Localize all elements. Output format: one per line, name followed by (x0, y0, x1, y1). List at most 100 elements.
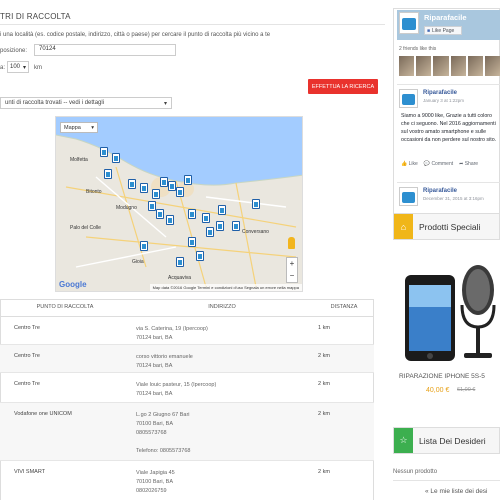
row-name: Centro Tre (0, 316, 130, 345)
table-header: PUNTO DI RACCOLTA INDIRIZZO DISTANZA (0, 299, 374, 317)
comment-icon: 💬 (423, 161, 431, 167)
map-marker-icon[interactable] (188, 209, 196, 219)
chevron-down-icon: ▾ (22, 64, 26, 71)
map-marker-icon[interactable] (160, 177, 168, 187)
table-row[interactable]: Centro Tre via S. Caterina, 19 (Ipercoop… (0, 316, 374, 345)
row-distance: 1 km (314, 316, 374, 345)
map-marker-icon[interactable] (218, 205, 226, 215)
table-row[interactable]: Vodafone one UNICOM L.go 2 Giugno 67 Bar… (0, 402, 374, 461)
map-marker-icon[interactable] (168, 181, 176, 191)
thumbs-up-icon: ■ (427, 27, 431, 34)
col-header: DISTANZA (314, 299, 374, 317)
post-author[interactable]: Riparafacile (423, 188, 457, 194)
table-row[interactable]: Centro Tre corso vittorio emanuele 70124 … (0, 344, 374, 373)
map-place-label: Bitonto (86, 189, 102, 195)
map-marker-icon[interactable] (216, 221, 224, 231)
map-marker-icon[interactable] (140, 183, 148, 193)
map-attribution[interactable]: Map data ©2016 Google Termini e condizio… (149, 284, 302, 291)
map-place-label: Molfetta (70, 157, 88, 163)
row-name: Centro Tre (0, 344, 130, 373)
search-button[interactable]: EFFETTUA LA RICERCA (308, 79, 378, 94)
map-marker-icon[interactable] (166, 215, 174, 225)
avatar[interactable] (467, 56, 483, 76)
row-name: Vodafone one UNICOM (0, 402, 130, 461)
friends-avatars (399, 56, 500, 76)
map-marker-icon[interactable] (148, 201, 156, 211)
google-logo: Google (59, 280, 87, 289)
avatar[interactable] (450, 56, 466, 76)
facebook-post: Riparafacile December 31, 2015 at 3:16pm (397, 182, 500, 210)
specials-title[interactable]: Prodotti Speciali (419, 222, 480, 232)
map-marker-icon[interactable] (112, 153, 120, 163)
map-marker-icon[interactable] (140, 241, 148, 251)
wishlist-header: ☆ Lista Dei Desideri (393, 427, 500, 454)
product-name[interactable]: RIPARAZIONE IPHONE 5S-5 (399, 373, 485, 380)
table-row[interactable]: VIVI SMART Viale Japigia 45 70100 Bari, B… (0, 460, 374, 500)
chevron-down-icon: ▾ (91, 124, 94, 131)
post-author[interactable]: Riparafacile (423, 90, 457, 96)
map-marker-icon[interactable] (232, 221, 240, 231)
map-marker-icon[interactable] (202, 213, 210, 223)
wishlist-link[interactable]: « Le mie liste dei desi (425, 488, 488, 495)
map-place-label: Modugno (116, 205, 137, 211)
map-marker-icon[interactable] (152, 189, 160, 199)
zoom-in-icon[interactable]: + (290, 260, 295, 268)
map-marker-icon[interactable] (206, 227, 214, 237)
avatar[interactable] (484, 56, 500, 76)
share-action[interactable]: ➦ Share (459, 161, 478, 167)
map-marker-icon[interactable] (176, 257, 184, 267)
avatar[interactable] (416, 56, 432, 76)
map-marker-icon[interactable] (196, 251, 204, 261)
wishlist-title[interactable]: Lista Dei Desideri (419, 436, 486, 446)
avatar[interactable] (399, 56, 415, 76)
row-address: L.go 2 Giugno 67 Bari 70100 Bari, BA 08055… (130, 402, 314, 461)
page-logo-icon[interactable] (399, 12, 419, 34)
row-distance: 2 km (314, 402, 374, 461)
share-icon: ➦ (459, 161, 464, 167)
thumbs-up-icon: 👍 (401, 161, 408, 167)
avatar[interactable] (433, 56, 449, 76)
map-marker-icon[interactable] (252, 199, 260, 209)
distance-label: a: (0, 65, 6, 71)
row-address: corso vittorio emanuele 70124 bari, BA (130, 344, 314, 373)
map-marker-icon[interactable] (188, 237, 196, 247)
row-address: Viale louic pasteur, 15 (Ipercoop) 70124 … (130, 372, 314, 403)
position-input[interactable]: 70124 (34, 44, 176, 56)
post-date[interactable]: December 31, 2015 at 3:16pm (423, 196, 484, 201)
map-marker-icon[interactable] (104, 169, 112, 179)
distance-select[interactable]: 100 ▾ (7, 61, 29, 73)
page-logo-icon[interactable] (399, 89, 418, 108)
pegman-icon[interactable] (288, 237, 295, 249)
map-marker-icon[interactable] (100, 147, 108, 157)
map-type-label: Mappa (64, 124, 81, 131)
facebook-page-name[interactable]: Riparafacile (424, 13, 467, 22)
results-select-value: unti di raccolta trovati -- vedi i detta… (5, 100, 105, 106)
comment-action[interactable]: 💬 Comment (424, 161, 453, 167)
facebook-like-button[interactable]: ■ Like Page (424, 26, 462, 35)
map-marker-icon[interactable] (176, 187, 184, 197)
like-action[interactable]: 👍 Like (401, 161, 418, 167)
divider (0, 24, 385, 25)
col-header: INDIRIZZO (130, 299, 314, 317)
specials-header: ⌂ Prodotti Speciali (393, 213, 500, 240)
map-place-label: Gioia (132, 259, 144, 265)
wishlist-empty-text: Nessun prodotto (393, 469, 438, 475)
results-table: PUNTO DI RACCOLTA INDIRIZZO DISTANZA Cen… (0, 299, 374, 500)
post-date[interactable]: January 3 at 1:22pm (423, 98, 464, 103)
row-address: Viale Japigia 45 70100 Bari, BA 0802026759 (130, 460, 314, 500)
map-type-control[interactable]: Mappa ▾ (60, 122, 98, 133)
zoom-out-icon[interactable]: − (290, 272, 295, 280)
post-text: Siamo a 9000 like, Grazie a tutti coloro… (401, 113, 497, 143)
map-marker-icon[interactable] (156, 209, 164, 219)
map-marker-icon[interactable] (184, 175, 192, 185)
product-image[interactable] (400, 255, 500, 367)
map[interactable]: Mappa ▾ Molfetta Bitonto Modugno Palo de… (55, 116, 303, 292)
map-marker-icon[interactable] (128, 179, 136, 189)
instructions-text: i una località (es. codice postale, indi… (0, 32, 271, 38)
divider (393, 480, 500, 481)
zoom-control[interactable]: + − (286, 257, 298, 283)
table-row[interactable]: Centro Tre Viale louic pasteur, 15 (Iper… (0, 372, 374, 403)
map-place-label: Acquaviva (168, 275, 192, 281)
results-select[interactable]: unti di raccolta trovati -- vedi i detta… (0, 97, 172, 109)
page-logo-icon[interactable] (399, 187, 418, 206)
